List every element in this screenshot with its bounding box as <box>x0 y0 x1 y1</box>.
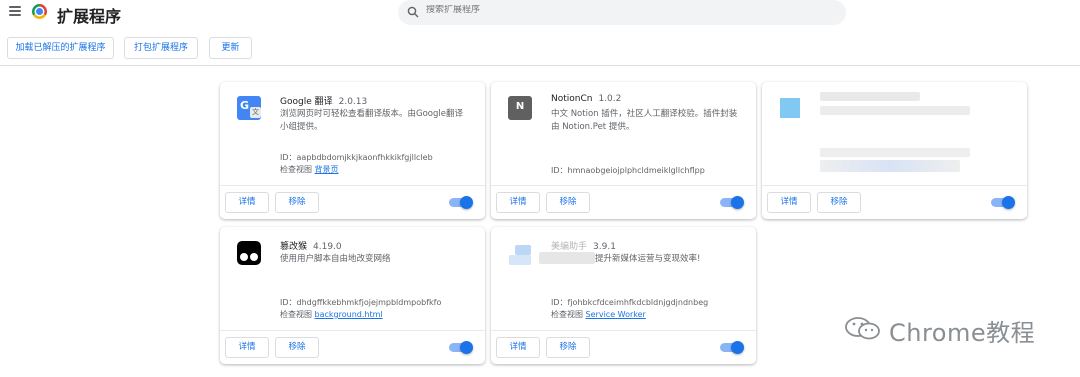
tampermonkey-eye-left <box>240 253 248 261</box>
load-unpacked-button[interactable]: 加载已解压的扩展程序 <box>7 37 114 59</box>
search-input[interactable] <box>426 5 826 15</box>
extension-description: 提升新媒体运营与变现效率! <box>595 254 701 264</box>
extension-description: 使用用户脚本自由地改变网络 <box>280 254 391 264</box>
extension-name: 美编助手 3.9.1 <box>551 242 616 252</box>
extension-card-google-translate: G文 Google 翻译 2.0.13 浏览网页时可轻松查看翻译版本。由Googl… <box>220 82 485 219</box>
extension-version: 4.19.0 <box>313 242 342 252</box>
extension-id: ID：dhdgffkkebhmkfjojejmpbldmpobfkfo <box>280 298 442 307</box>
enable-toggle[interactable] <box>991 196 1015 209</box>
blurred-description-prefix <box>539 252 595 264</box>
enable-toggle[interactable] <box>449 196 473 209</box>
details-button[interactable]: 详情 <box>767 192 811 213</box>
watermark-text: Chrome教程 <box>889 319 1036 347</box>
card-footer: 详情 移除 <box>220 185 485 219</box>
extension-card-editor-assistant: 美编助手 3.9.1 提升新媒体运营与变现效率! ID：fjohbkcfdceim… <box>491 227 756 364</box>
watermark: Chrome教程 <box>843 313 1053 347</box>
remove-button[interactable]: 移除 <box>275 192 319 213</box>
blurred-inspect <box>820 160 960 172</box>
toggle-knob <box>731 196 744 209</box>
card-footer: 详情 移除 <box>220 330 485 364</box>
inspect-link[interactable]: background.html <box>315 310 383 319</box>
inspect-views: 检查视图 Service Worker <box>551 310 646 319</box>
extension-card-tampermonkey: 篡改猴 4.19.0 使用用户脚本自由地改变网络 ID：dhdgffkkebhmk… <box>220 227 485 364</box>
extension-id: ID：aapbdbdomjkkjkaonfhkkikfgjllcleb <box>280 153 433 162</box>
details-button[interactable]: 详情 <box>496 337 540 358</box>
blurred-id <box>820 148 970 157</box>
page-title: 扩展程序 <box>57 7 122 26</box>
extension-description: 浏览网页时可轻松查看翻译版本。由Google翻译小组提供。 <box>280 109 463 132</box>
hamburger-menu-icon[interactable] <box>9 6 21 16</box>
toolbar: 加载已解压的扩展程序 打包扩展程序 更新 <box>0 36 1080 66</box>
extension-card-notioncn: N NotionCn 1.0.2 中文 Notion 插件，社区人工翻译校验。插件… <box>491 82 756 219</box>
toggle-knob <box>731 341 744 354</box>
details-button[interactable]: 详情 <box>496 192 540 213</box>
extension-version: 1.0.2 <box>598 94 622 104</box>
blurred-name <box>820 92 920 101</box>
search-icon <box>407 6 419 18</box>
extension-id: ID：hmnaobgeiojplphcldmeiklgllchflpp <box>551 166 705 175</box>
pack-extension-button[interactable]: 打包扩展程序 <box>124 37 198 59</box>
remove-button[interactable]: 移除 <box>275 337 319 358</box>
inspect-views: 检查视图 背景页 <box>280 165 339 174</box>
extension-version: 3.9.1 <box>593 242 616 252</box>
header: 扩展程序 <box>0 0 1080 26</box>
extension-card-blurred: 详情 移除 <box>762 82 1027 219</box>
card-footer: 详情 移除 <box>491 185 756 219</box>
enable-toggle[interactable] <box>449 341 473 354</box>
blurred-extension-icon <box>780 98 800 118</box>
blurred-description <box>820 106 970 115</box>
card-footer: 详情 移除 <box>762 185 1027 219</box>
toggle-knob <box>460 341 473 354</box>
update-button[interactable]: 更新 <box>209 37 252 59</box>
extension-name: NotionCn 1.0.2 <box>551 94 622 104</box>
extension-version: 2.0.13 <box>338 97 368 107</box>
extension-id: ID：fjohbkcfdceimhfkdcbldnjgdjndnbeg <box>551 298 709 307</box>
wechat-logo-icon <box>845 317 880 340</box>
toggle-knob <box>1002 196 1015 209</box>
extension-description: 中文 Notion 插件，社区人工翻译校验。插件封装由 Notion.Pet 提… <box>551 109 738 132</box>
enable-toggle[interactable] <box>720 196 744 209</box>
inspect-link[interactable]: Service Worker <box>586 310 646 319</box>
details-button[interactable]: 详情 <box>225 192 269 213</box>
toggle-knob <box>460 196 473 209</box>
enable-toggle[interactable] <box>720 341 744 354</box>
editor-assistant-icon <box>507 243 535 265</box>
search-box[interactable] <box>398 0 846 25</box>
google-translate-icon: G文 <box>237 96 261 120</box>
notion-icon: N <box>508 96 532 120</box>
card-footer: 详情 移除 <box>491 330 756 364</box>
details-button[interactable]: 详情 <box>225 337 269 358</box>
extension-name: 篡改猴 4.19.0 <box>280 242 342 252</box>
remove-button[interactable]: 移除 <box>546 337 590 358</box>
remove-button[interactable]: 移除 <box>546 192 590 213</box>
inspect-views: 检查视图 background.html <box>280 310 383 319</box>
extension-name: Google 翻译 2.0.13 <box>280 97 368 107</box>
tampermonkey-icon <box>237 241 261 265</box>
remove-button[interactable]: 移除 <box>817 192 861 213</box>
tampermonkey-eye-right <box>250 253 258 261</box>
inspect-link[interactable]: 背景页 <box>315 165 339 174</box>
chrome-logo-icon <box>32 4 47 19</box>
